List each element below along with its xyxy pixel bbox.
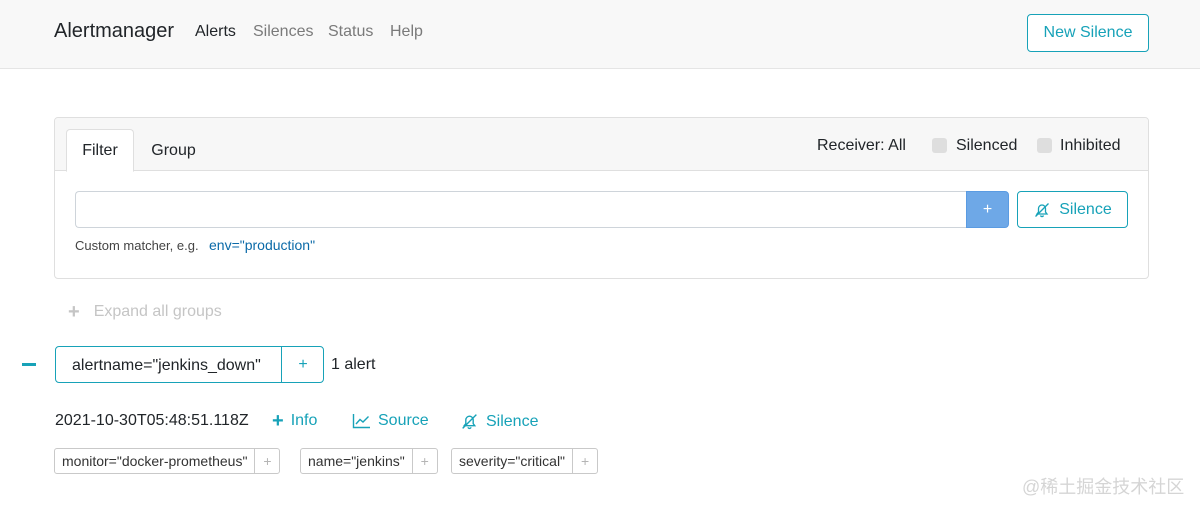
- expand-all-groups[interactable]: + Expand all groups: [68, 301, 222, 323]
- filter-card: Filter Group Receiver: All Silenced Inhi…: [54, 117, 1149, 279]
- group-add-filter-button[interactable]: +: [281, 347, 324, 382]
- label-add-button[interactable]: +: [254, 449, 279, 473]
- source-button[interactable]: Source: [352, 412, 429, 430]
- label-tag-text[interactable]: name="jenkins": [301, 449, 412, 473]
- source-label: Source: [378, 412, 429, 429]
- label-tag: name="jenkins" +: [300, 448, 438, 474]
- watermark: @稀土掘金技术社区: [1022, 477, 1185, 497]
- label-tag: severity="critical" +: [451, 448, 599, 474]
- nav-help[interactable]: Help: [390, 23, 423, 41]
- receiver-selector[interactable]: Receiver: All: [817, 137, 906, 155]
- inhibited-checkbox[interactable]: [1037, 138, 1052, 153]
- new-silence-button[interactable]: New Silence: [1027, 14, 1149, 52]
- alert-silence-button[interactable]: Silence: [460, 412, 538, 431]
- alert-silence-label: Silence: [486, 412, 539, 430]
- chart-line-icon: [352, 414, 370, 429]
- label-tag-text[interactable]: severity="critical": [452, 449, 572, 473]
- collapse-group-icon[interactable]: [22, 363, 36, 366]
- silenced-label[interactable]: Silenced: [956, 137, 1017, 155]
- bell-slash-icon: [462, 414, 477, 430]
- nav-alerts[interactable]: Alerts: [195, 23, 236, 41]
- nav-silences[interactable]: Silences: [253, 23, 313, 41]
- matcher-hint: Custom matcher, e.g.: [75, 238, 199, 253]
- brand-title[interactable]: Alertmanager: [54, 20, 174, 43]
- alert-count: 1 alert: [331, 356, 376, 373]
- expand-all-label: Expand all groups: [93, 303, 222, 320]
- label-tag: monitor="docker-prometheus" +: [54, 448, 281, 474]
- alert-timestamp: 2021-10-30T05:48:51.118Z: [55, 412, 249, 429]
- label-tag-text[interactable]: monitor="docker-prometheus": [55, 449, 254, 473]
- inhibited-label[interactable]: Inhibited: [1060, 137, 1121, 155]
- plus-icon: +: [68, 301, 80, 323]
- tab-group[interactable]: Group: [140, 129, 207, 172]
- add-filter-button[interactable]: +: [966, 191, 1009, 228]
- silence-filter-button[interactable]: Silence: [1017, 191, 1128, 228]
- info-label: Info: [290, 412, 318, 429]
- label-add-button[interactable]: +: [411, 449, 437, 473]
- group-label: alertname="jenkins_down": [72, 357, 261, 374]
- info-button[interactable]: + Info: [272, 410, 318, 432]
- label-add-button[interactable]: +: [572, 449, 597, 473]
- navbar: Alertmanager Alerts Silences Status Help…: [0, 0, 1200, 69]
- filter-input[interactable]: [75, 191, 966, 228]
- plus-icon: +: [272, 410, 284, 432]
- bell-slash-icon: [1035, 202, 1050, 217]
- silence-filter-label: Silence: [1059, 200, 1112, 218]
- matcher-example-link[interactable]: env="production": [209, 237, 315, 253]
- tab-filter[interactable]: Filter: [66, 129, 134, 172]
- filter-card-header: Filter Group Receiver: All Silenced Inhi…: [55, 118, 1148, 172]
- silenced-checkbox[interactable]: [932, 138, 947, 153]
- group-matcher: alertname="jenkins_down" +: [55, 346, 324, 383]
- nav-status[interactable]: Status: [328, 23, 373, 41]
